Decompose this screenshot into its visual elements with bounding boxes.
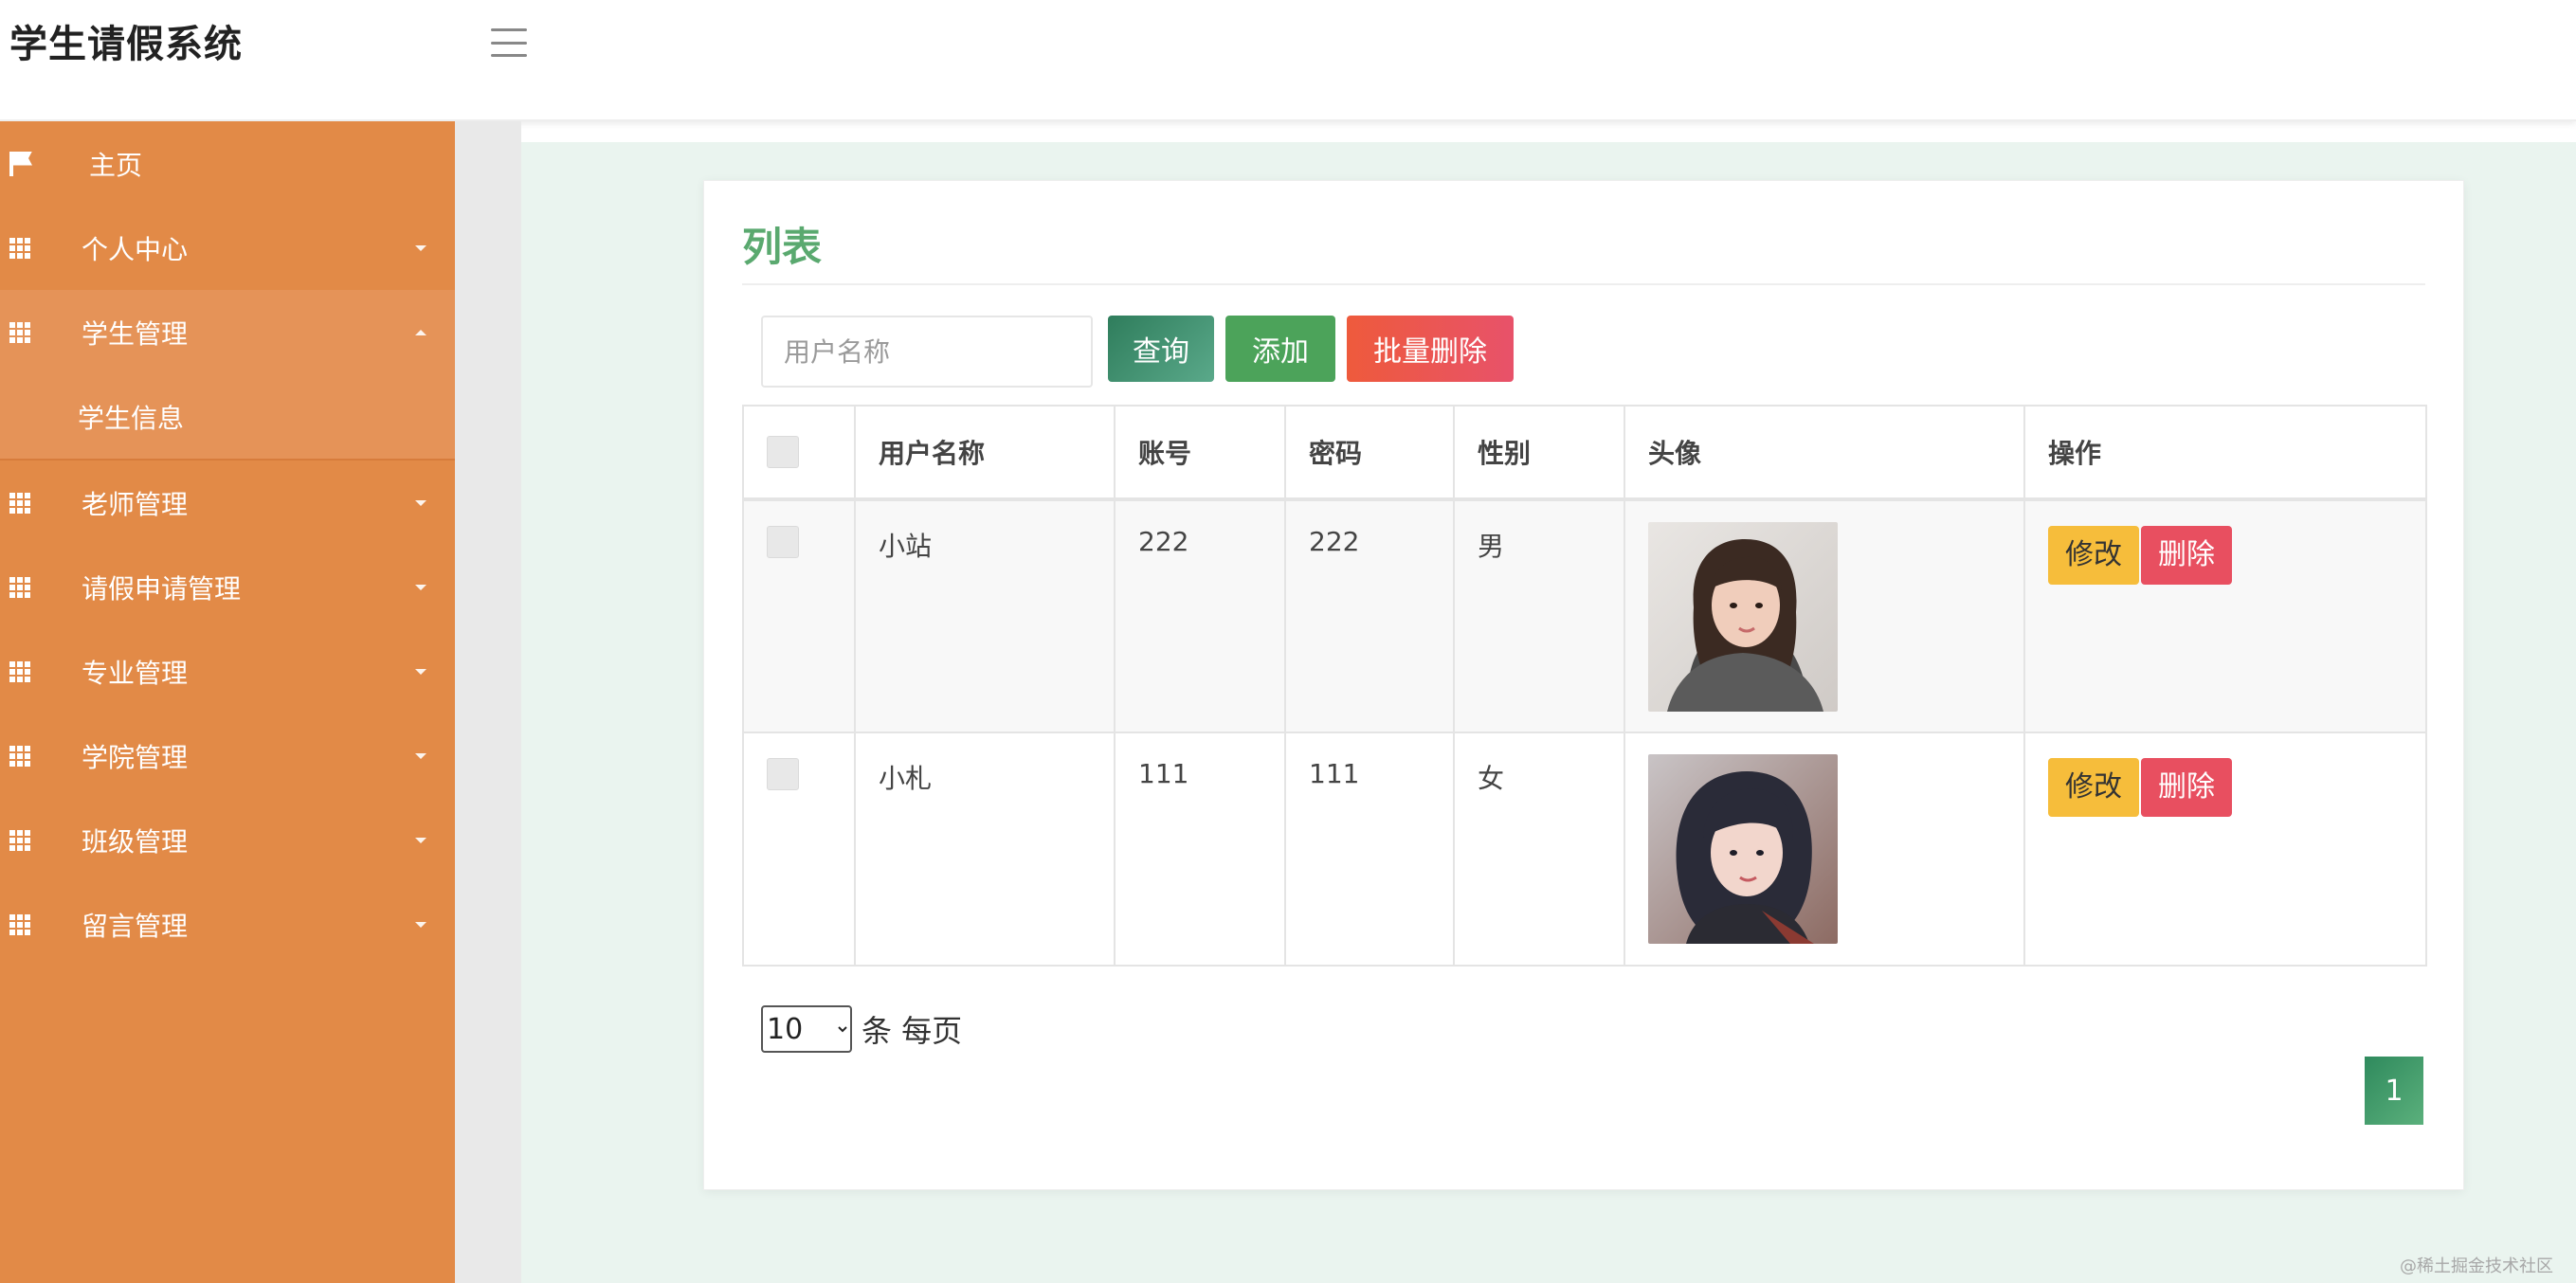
column-header-avatar: 头像 (1624, 405, 2025, 501)
caret-down-icon (415, 837, 426, 843)
sidebar-item-personal-center[interactable]: 个人中心 (0, 206, 455, 290)
caret-up-icon (415, 329, 426, 335)
edit-button[interactable]: 修改 (2048, 526, 2139, 585)
sidebar-item-label: 专业管理 (82, 657, 189, 689)
grid-icon (9, 829, 30, 851)
column-header-actions: 操作 (2023, 405, 2427, 501)
page-size-select[interactable]: 10 (761, 1005, 852, 1053)
delete-button[interactable]: 删除 (2141, 758, 2232, 817)
row-checkbox[interactable] (767, 526, 799, 558)
list-panel: 列表 查询 添加 批量删除 用户名称 账号 密码 性别 头像 操作 小站 222 (703, 180, 2464, 1190)
content-gutter (455, 121, 521, 1283)
flag-icon (9, 151, 32, 176)
column-header-account: 账号 (1114, 405, 1286, 501)
cell-actions: 修改 删除 (2023, 498, 2427, 733)
sidebar-item-label: 老师管理 (82, 488, 189, 520)
row-checkbox[interactable] (767, 758, 799, 790)
page-title: 列表 (742, 224, 823, 270)
grid-icon (9, 237, 30, 259)
grid-icon (9, 745, 30, 767)
column-header-username: 用户名称 (854, 405, 1116, 501)
pagination-page-button[interactable]: 1 (2365, 1057, 2423, 1125)
search-input[interactable] (761, 316, 1093, 388)
caret-down-icon (415, 668, 426, 675)
cell-gender: 男 (1453, 498, 1625, 733)
row-select-cell (742, 732, 856, 967)
sidebar-item-label: 学院管理 (82, 741, 189, 773)
sidebar-item-label: 请假申请管理 (82, 572, 242, 605)
grid-icon (9, 576, 30, 598)
caret-down-icon (415, 584, 426, 590)
delete-button[interactable]: 删除 (2141, 526, 2232, 585)
cell-username: 小站 (854, 498, 1116, 733)
cell-gender: 女 (1453, 732, 1625, 967)
sidebar-item-message-management[interactable]: 留言管理 (0, 882, 455, 967)
sidebar-item-label: 学生管理 (82, 317, 189, 350)
grid-icon (9, 321, 30, 343)
sidebar-item-college-management[interactable]: 学院管理 (0, 714, 455, 798)
page-size-label: 条 每页 (862, 1013, 963, 1049)
caret-down-icon (415, 752, 426, 759)
title-divider (742, 283, 2425, 285)
cell-avatar (1624, 498, 2025, 733)
sidebar-item-label: 班级管理 (82, 825, 189, 858)
sidebar-item-label: 个人中心 (82, 233, 189, 265)
sidebar-item-student-management[interactable]: 学生管理 (0, 290, 455, 374)
cell-account: 111 (1114, 732, 1286, 967)
column-header-gender: 性别 (1453, 405, 1625, 501)
app-title: 学生请假系统 (9, 23, 243, 66)
hamburger-menu-icon[interactable] (491, 28, 527, 57)
sidebar: 主页 个人中心 学生管理 学生信息 老师管理 请假申请管理 专业管理 学院管理 … (0, 121, 455, 1283)
sidebar-item-major-management[interactable]: 专业管理 (0, 629, 455, 714)
row-select-cell (742, 498, 856, 733)
watermark: @稀土掘金技术社区 (2400, 1256, 2553, 1276)
cell-password: 222 (1284, 498, 1455, 733)
cell-actions: 修改 删除 (2023, 732, 2427, 967)
cell-password: 111 (1284, 732, 1455, 967)
column-header-password: 密码 (1284, 405, 1455, 501)
avatar-image (1648, 754, 1838, 944)
sidebar-subitem-student-info[interactable]: 学生信息 (0, 374, 455, 461)
cell-account: 222 (1114, 498, 1286, 733)
sidebar-item-label: 留言管理 (82, 910, 189, 942)
add-button[interactable]: 添加 (1225, 316, 1335, 382)
select-all-cell (742, 405, 856, 501)
table-header-row: 用户名称 账号 密码 性别 头像 操作 (742, 405, 2427, 501)
caret-down-icon (415, 244, 426, 251)
query-button[interactable]: 查询 (1108, 316, 1214, 382)
top-header: 学生请假系统 (0, 0, 2576, 121)
sidebar-item-leave-management[interactable]: 请假申请管理 (0, 545, 455, 629)
avatar-image (1648, 522, 1838, 712)
caret-down-icon (415, 921, 426, 928)
sidebar-item-teacher-management[interactable]: 老师管理 (0, 461, 455, 545)
grid-icon (9, 660, 30, 682)
select-all-checkbox[interactable] (767, 436, 799, 468)
sidebar-item-home[interactable]: 主页 (0, 121, 455, 206)
table-row: 小札 111 111 女 修改 删除 (742, 732, 2427, 967)
data-table: 用户名称 账号 密码 性别 头像 操作 小站 222 222 男 修改 删除 小… (742, 405, 2427, 967)
caret-down-icon (415, 499, 426, 506)
batch-delete-button[interactable]: 批量删除 (1347, 316, 1514, 382)
sidebar-item-class-management[interactable]: 班级管理 (0, 798, 455, 882)
sidebar-item-label: 主页 (89, 149, 143, 181)
edit-button[interactable]: 修改 (2048, 758, 2139, 817)
cell-avatar (1624, 732, 2025, 967)
cell-username: 小札 (854, 732, 1116, 967)
table-row: 小站 222 222 男 修改 删除 (742, 498, 2427, 733)
grid-icon (9, 492, 30, 514)
grid-icon (9, 913, 30, 935)
